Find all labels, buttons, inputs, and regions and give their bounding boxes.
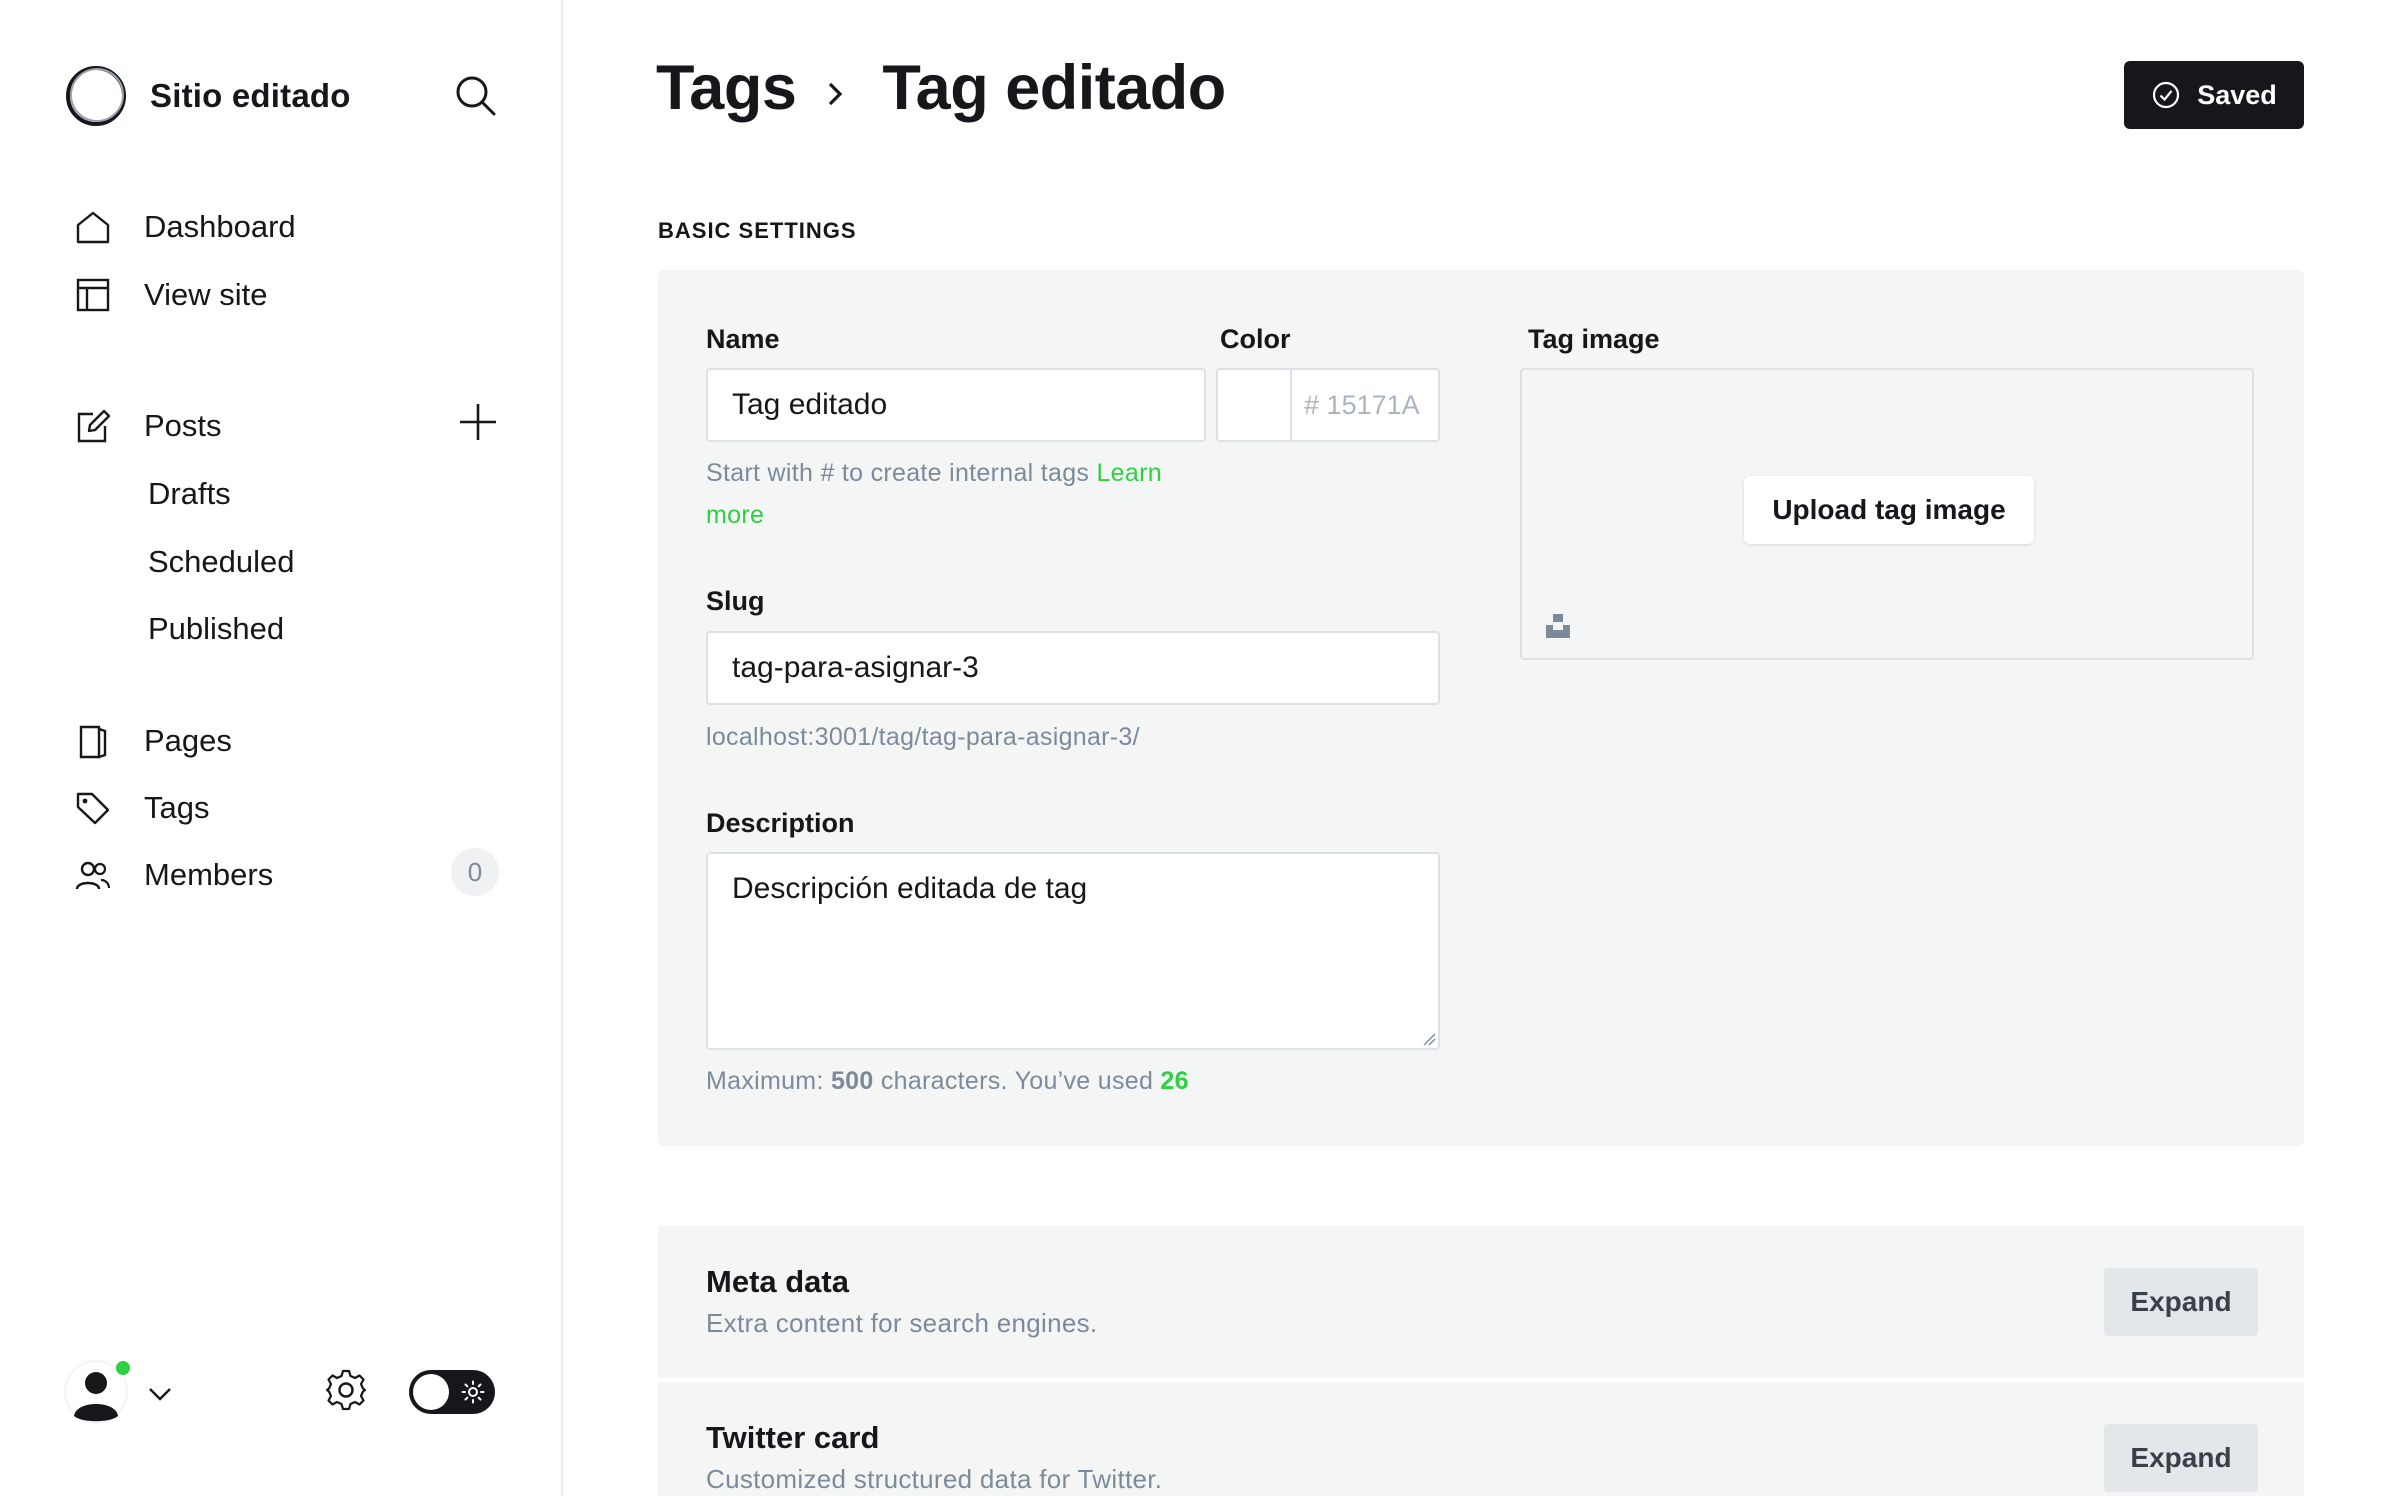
search-icon[interactable] [452, 72, 500, 120]
new-post-plus-icon[interactable] [456, 400, 500, 444]
twitter-card-expand-button[interactable]: Expand [2104, 1424, 2258, 1492]
site-logo-icon [66, 66, 126, 126]
breadcrumb-tags-link[interactable]: Tags [656, 52, 797, 124]
color-hex-input[interactable]: # 15171A [1290, 368, 1440, 442]
members-icon [74, 856, 112, 894]
nav-drafts[interactable]: Drafts [148, 471, 231, 517]
check-circle-icon [2153, 81, 2180, 109]
online-status-dot [113, 1358, 133, 1378]
site-brand[interactable]: Sitio editado [64, 64, 351, 128]
tag-image-dropzone[interactable]: Upload tag image [1520, 368, 2254, 660]
nav-pages-label: Pages [144, 723, 232, 758]
meta-data-subtitle: Extra content for search engines. [706, 1308, 1098, 1338]
name-help-label: Start with # to create internal tags [706, 459, 1090, 487]
unsplash-icon[interactable] [1544, 612, 1572, 640]
counter-prefix: Maximum: [706, 1067, 824, 1095]
nav-dashboard-label: Dashboard [144, 209, 296, 244]
app-root: Sitio editado Dashboard View site Posts [0, 0, 2400, 1496]
counter-max: 500 [830, 1067, 874, 1095]
description-char-counter: Maximum: 500 characters. You’ve used 26 [706, 1060, 1189, 1102]
members-count-badge: 0 [451, 848, 499, 896]
slug-url-preview: localhost:3001/tag/tag-para-asignar-3/ [706, 723, 1140, 751]
counter-used: 26 [1160, 1067, 1189, 1095]
nav-dashboard[interactable]: Dashboard [74, 201, 296, 253]
twitter-card-section: Twitter card Customized structured data … [658, 1382, 2304, 1496]
tag-image-label: Tag image [1528, 324, 1660, 354]
tag-icon [74, 789, 112, 827]
description-textarea[interactable]: Descripción editada de tag [706, 852, 1440, 1050]
nav-scheduled[interactable]: Scheduled [148, 539, 295, 585]
slug-input[interactable]: tag-para-asignar-3 [706, 631, 1440, 705]
nav-members-label: Members [144, 857, 274, 892]
gear-icon[interactable] [324, 1368, 368, 1412]
nav-view-site[interactable]: View site [74, 269, 268, 321]
meta-data-section: Meta data Extra content for search engin… [658, 1226, 2304, 1378]
color-label: Color [1220, 324, 1291, 354]
breadcrumb: Tags Tag editado [656, 52, 1226, 124]
home-icon [74, 208, 112, 246]
nav-posts[interactable]: Posts [74, 400, 222, 452]
page-title: Tag editado [882, 53, 1226, 123]
twitter-card-subtitle: Customized structured data for Twitter. [706, 1464, 1163, 1494]
twitter-card-title: Twitter card [706, 1420, 880, 1455]
upload-tag-image-button[interactable]: Upload tag image [1744, 476, 2034, 544]
theme-toggle[interactable] [409, 1370, 495, 1414]
color-hex-placeholder: 15171A [1326, 389, 1420, 420]
meta-data-expand-button[interactable]: Expand [2104, 1268, 2258, 1336]
slug-label: Slug [706, 586, 765, 616]
saved-button[interactable]: Saved [2124, 61, 2304, 129]
chevron-down-icon[interactable] [146, 1380, 174, 1408]
counter-middle: characters. You’ve used [880, 1067, 1154, 1095]
description-label: Description [706, 808, 855, 838]
edit-icon [74, 407, 112, 445]
site-title: Sitio editado [150, 77, 351, 114]
sun-icon [461, 1380, 485, 1404]
name-help-text: Start with # to create internal tags Lea… [706, 452, 1226, 536]
description-value: Descripción editada de tag [732, 872, 1088, 905]
nav-tags-label: Tags [144, 790, 210, 825]
nav-tags[interactable]: Tags [74, 782, 209, 834]
saved-button-label: Saved [2197, 79, 2277, 110]
name-label: Name [706, 324, 780, 354]
nav-posts-label: Posts [144, 408, 222, 443]
nav-view-site-label: View site [144, 277, 268, 312]
chevron-right-icon [829, 82, 843, 106]
color-swatch[interactable] [1216, 368, 1292, 442]
page-icon [74, 722, 112, 760]
nav-members[interactable]: Members [74, 849, 273, 901]
resize-grip-icon[interactable] [1420, 1030, 1436, 1046]
toggle-knob [413, 1374, 449, 1410]
section-label-basic-settings: Basic settings [658, 218, 857, 243]
nav-published[interactable]: Published [148, 606, 284, 652]
nav-pages[interactable]: Pages [74, 715, 232, 767]
color-hash-prefix: # [1304, 389, 1320, 420]
layout-icon [74, 276, 112, 314]
meta-data-title: Meta data [706, 1264, 849, 1299]
name-input[interactable]: Tag editado [706, 368, 1206, 442]
sidebar: Sitio editado Dashboard View site Posts [0, 0, 563, 1496]
